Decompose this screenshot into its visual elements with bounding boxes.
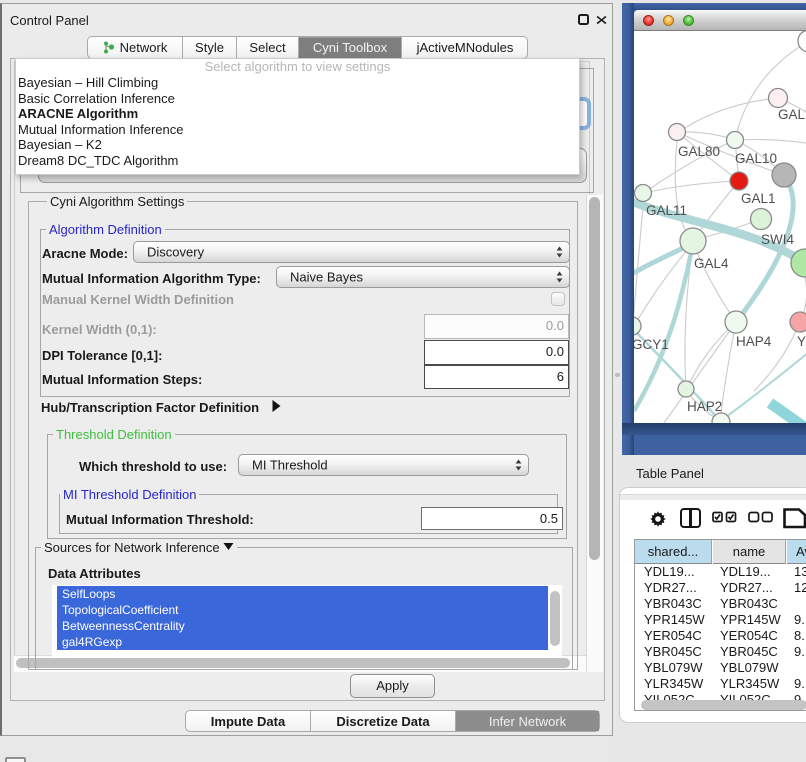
svg-text:HAP4: HAP4: [736, 334, 772, 349]
svg-text:GCY1: GCY1: [634, 337, 669, 352]
svg-text:Y: Y: [797, 334, 806, 349]
svg-text:GAL11: GAL11: [646, 203, 687, 218]
svg-text:GAL1: GAL1: [741, 191, 776, 206]
svg-text:GAL10: GAL10: [735, 151, 777, 166]
svg-text:GAL7: GAL7: [778, 107, 806, 122]
svg-text:GAL4: GAL4: [694, 256, 729, 271]
svg-text:HAP2: HAP2: [687, 399, 722, 414]
svg-text:SWI4: SWI4: [761, 232, 794, 247]
svg-text:GAL80: GAL80: [678, 144, 720, 159]
